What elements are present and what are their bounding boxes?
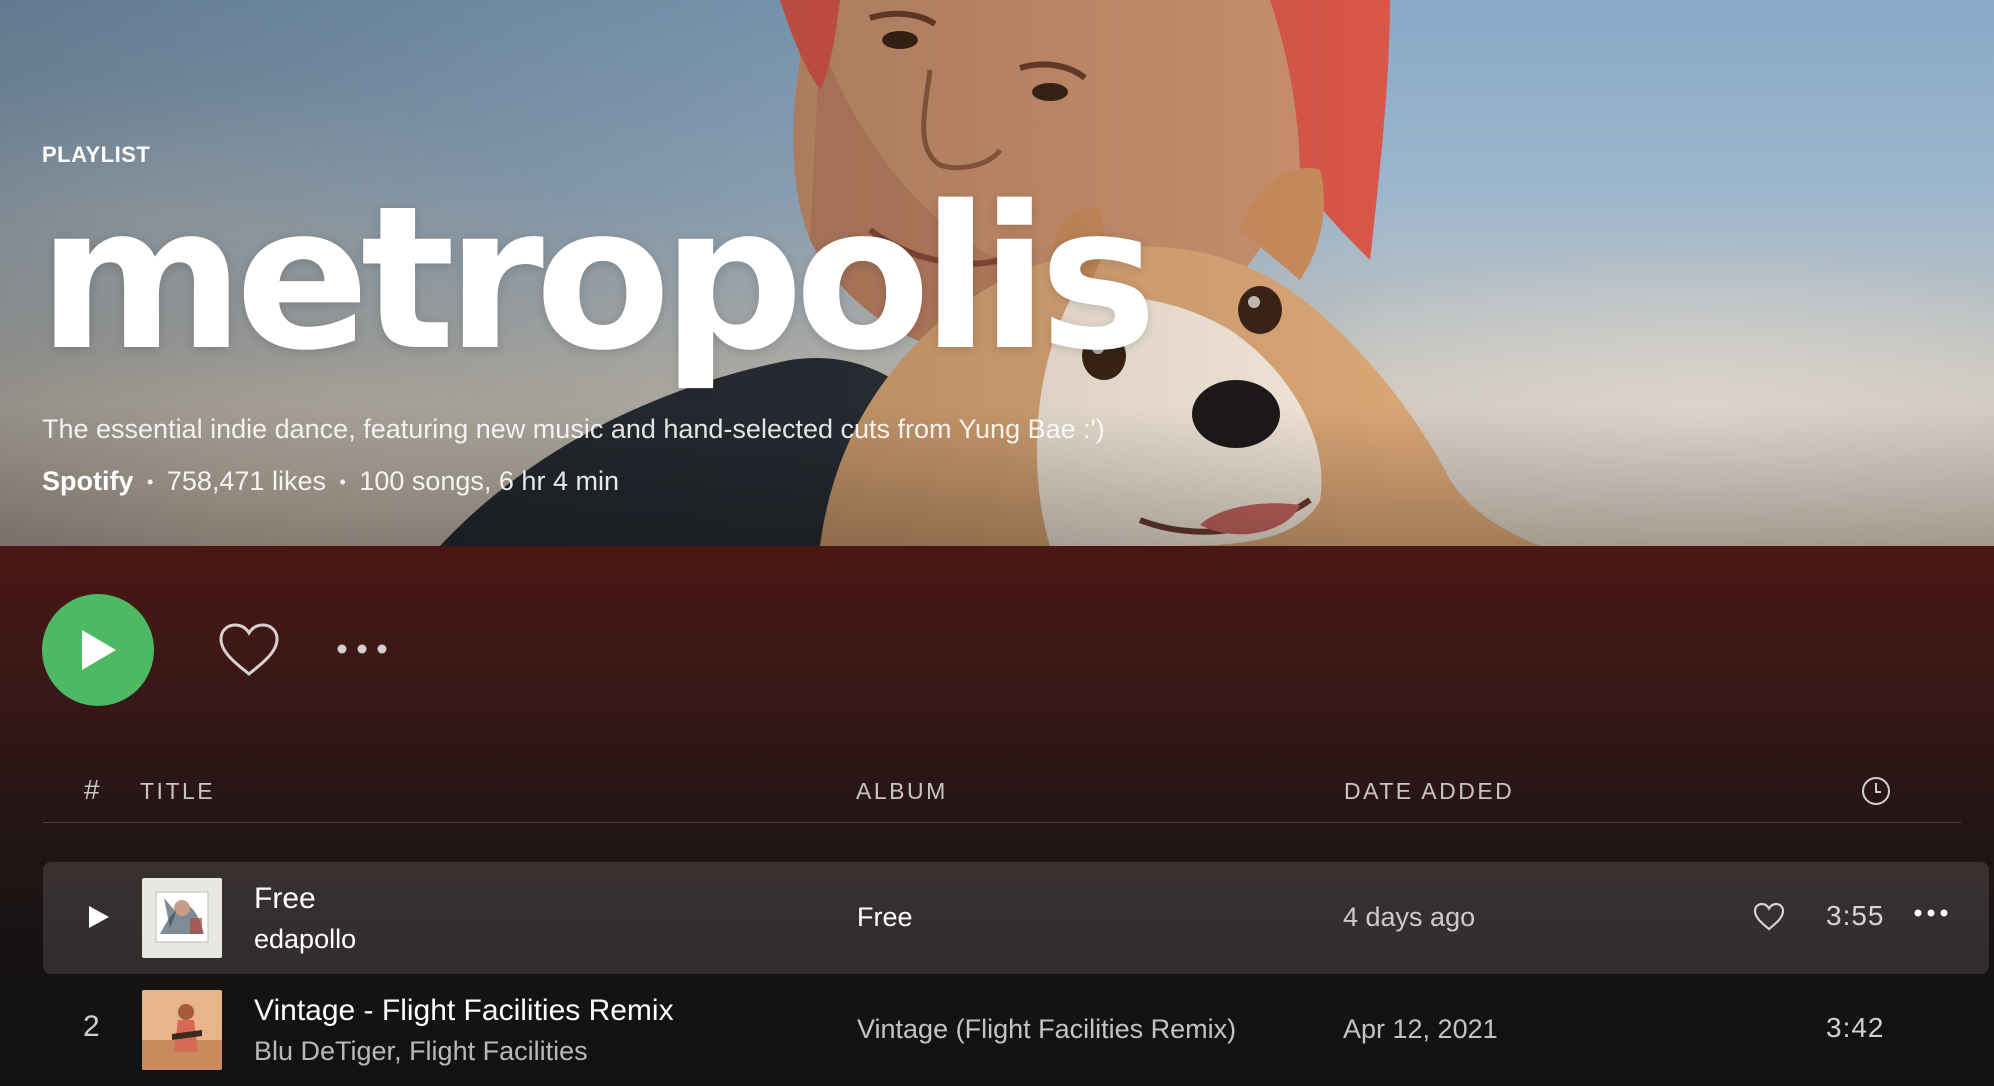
header-album[interactable]: ALBUM bbox=[856, 778, 948, 805]
track-album[interactable]: Vintage (Flight Facilities Remix) bbox=[857, 1014, 1236, 1045]
playlist-description: The essential indie dance, featuring new… bbox=[42, 414, 1105, 444]
track-row[interactable]: 2 Vintage - Flight Facilities Remix Blu … bbox=[43, 974, 1989, 1086]
playlist-likes: 758,471 likes bbox=[166, 466, 326, 496]
more-horizontal-icon[interactable] bbox=[334, 634, 390, 664]
track-row[interactable]: Free edapollo Free 4 days ago 3:55 bbox=[43, 862, 1989, 974]
playlist-summary: 100 songs, 6 hr 4 min bbox=[359, 466, 619, 496]
header-title[interactable]: TITLE bbox=[140, 778, 215, 805]
heart-icon[interactable] bbox=[218, 622, 280, 678]
play-button[interactable] bbox=[42, 594, 154, 706]
track-date-added: Apr 12, 2021 bbox=[1343, 1014, 1498, 1044]
track-duration: 3:42 bbox=[1826, 1012, 1885, 1043]
track-title[interactable]: Vintage - Flight Facilities Remix bbox=[254, 994, 674, 1028]
playlist-title: metropolis bbox=[38, 163, 1157, 394]
meta-separator: • bbox=[339, 472, 346, 493]
playlist-meta: Spotify • 758,471 likes • 100 songs, 6 h… bbox=[42, 466, 619, 497]
clock-icon bbox=[1862, 777, 1890, 805]
playlist-owner-link[interactable]: Spotify bbox=[42, 466, 134, 496]
header-number: # bbox=[84, 774, 100, 805]
track-date-added: 4 days ago bbox=[1343, 902, 1476, 932]
heart-icon[interactable] bbox=[1753, 902, 1785, 932]
header-duration[interactable] bbox=[1861, 776, 1891, 812]
more-horizontal-icon[interactable] bbox=[1913, 906, 1949, 920]
header-date-added[interactable]: DATE ADDED bbox=[1344, 778, 1514, 805]
album-cover-free bbox=[142, 878, 222, 958]
track-album[interactable]: Free bbox=[857, 902, 913, 933]
playlist-header: PLAYLIST metropolis The essential indie … bbox=[0, 0, 1994, 546]
track-artist[interactable]: edapollo bbox=[254, 924, 356, 955]
play-icon bbox=[82, 630, 116, 670]
track-table-header: # TITLE ALBUM DATE ADDED bbox=[43, 770, 1961, 823]
album-cover-vintage bbox=[142, 990, 222, 1070]
track-duration: 3:55 bbox=[1826, 900, 1885, 931]
track-title[interactable]: Free bbox=[254, 882, 316, 916]
meta-separator: • bbox=[147, 472, 154, 493]
track-artist[interactable]: Blu DeTiger, Flight Facilities bbox=[254, 1036, 588, 1067]
playlist-content: # TITLE ALBUM DATE ADDED Free edapollo F… bbox=[0, 546, 1994, 1070]
track-number: 2 bbox=[83, 1010, 100, 1043]
play-icon[interactable] bbox=[83, 902, 113, 932]
